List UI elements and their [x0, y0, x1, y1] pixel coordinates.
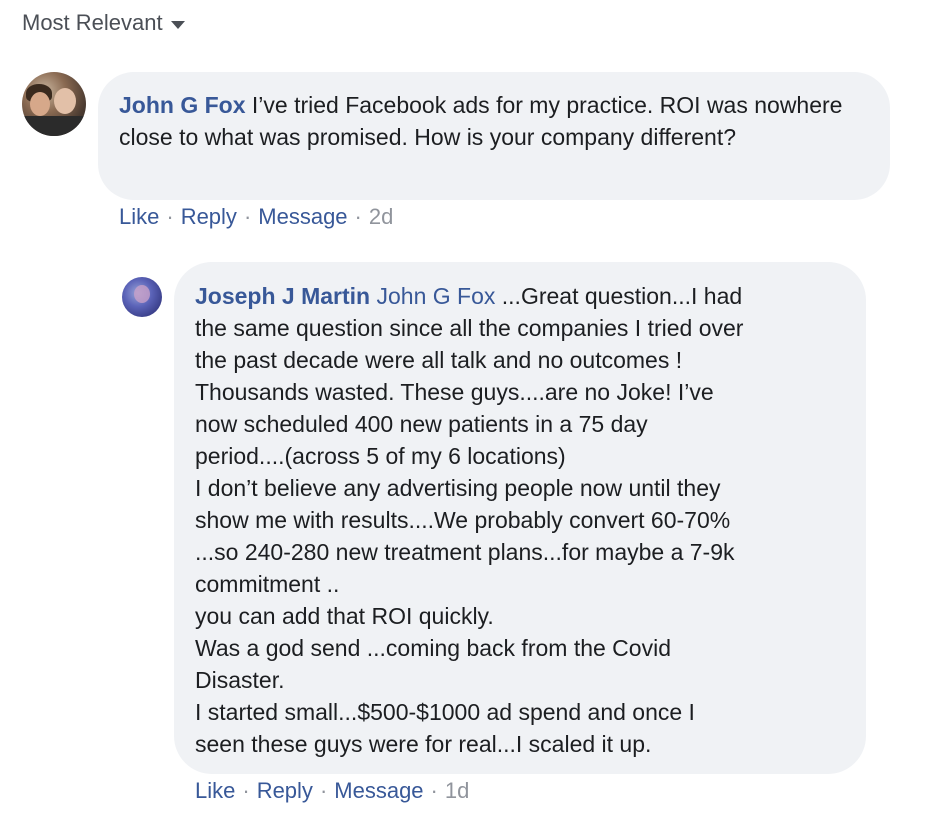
sort-label: Most Relevant: [22, 10, 163, 35]
reply-author[interactable]: Joseph J Martin: [195, 283, 370, 309]
reply-line: the past decade were all talk and no out…: [195, 347, 683, 373]
reply-actions: Like · Reply · Message · 1d: [195, 778, 469, 804]
sort-dropdown[interactable]: Most Relevant: [22, 10, 185, 36]
avatar[interactable]: [22, 72, 86, 136]
comment-author[interactable]: John G Fox: [119, 92, 246, 118]
message-link[interactable]: Message: [258, 204, 347, 230]
reply-line: show me with results....We probably conv…: [195, 507, 731, 533]
reply-link[interactable]: Reply: [257, 778, 313, 804]
comment-bubble: John G Fox I’ve tried Facebook ads for m…: [98, 72, 890, 200]
reply-bubble: Joseph J Martin John G Fox ...Great ques…: [174, 262, 866, 774]
reply-line: I started small...$500-$1000 ad spend an…: [195, 699, 695, 725]
caret-down-icon: [170, 20, 185, 29]
timestamp[interactable]: 1d: [445, 778, 469, 804]
separator: ·: [319, 778, 328, 803]
reply-line: seen these guys were for real...I scaled…: [195, 731, 652, 757]
like-link[interactable]: Like: [119, 204, 159, 230]
reply-line: commitment ..: [195, 571, 340, 597]
reply-line: now scheduled 400 new patients in a 75 d…: [195, 411, 648, 437]
reply-line: I don’t believe any advertising people n…: [195, 475, 721, 501]
avatar-face: [134, 285, 150, 303]
separator: ·: [430, 778, 438, 803]
separator: ·: [242, 778, 250, 803]
avatar-face: [30, 92, 50, 116]
reply-mention[interactable]: John G Fox: [377, 283, 496, 309]
separator: ·: [243, 204, 252, 229]
avatar-face: [54, 88, 76, 114]
like-link[interactable]: Like: [195, 778, 235, 804]
reply-line: ...Great question...I had: [501, 283, 743, 309]
message-link[interactable]: Message: [334, 778, 423, 804]
reply-line: period....(across 5 of my 6 locations): [195, 443, 566, 469]
reply-line: you can add that ROI quickly.: [195, 603, 494, 629]
reply-link[interactable]: Reply: [181, 204, 237, 230]
reply-line: Thousands wasted. These guys....are no J…: [195, 379, 714, 405]
avatar-shirt: [22, 116, 86, 136]
comment-actions: Like · Reply · Message · 2d: [119, 204, 393, 230]
avatar[interactable]: [122, 277, 162, 317]
reply-line: Disaster.: [195, 667, 285, 693]
reply-line: ...so 240-280 new treatment plans...for …: [195, 539, 735, 565]
timestamp[interactable]: 2d: [369, 204, 393, 230]
separator: ·: [166, 204, 174, 229]
separator: ·: [354, 204, 362, 229]
reply-line: the same question since all the companie…: [195, 315, 744, 341]
reply-line: Was a god send ...coming back from the C…: [195, 635, 671, 661]
